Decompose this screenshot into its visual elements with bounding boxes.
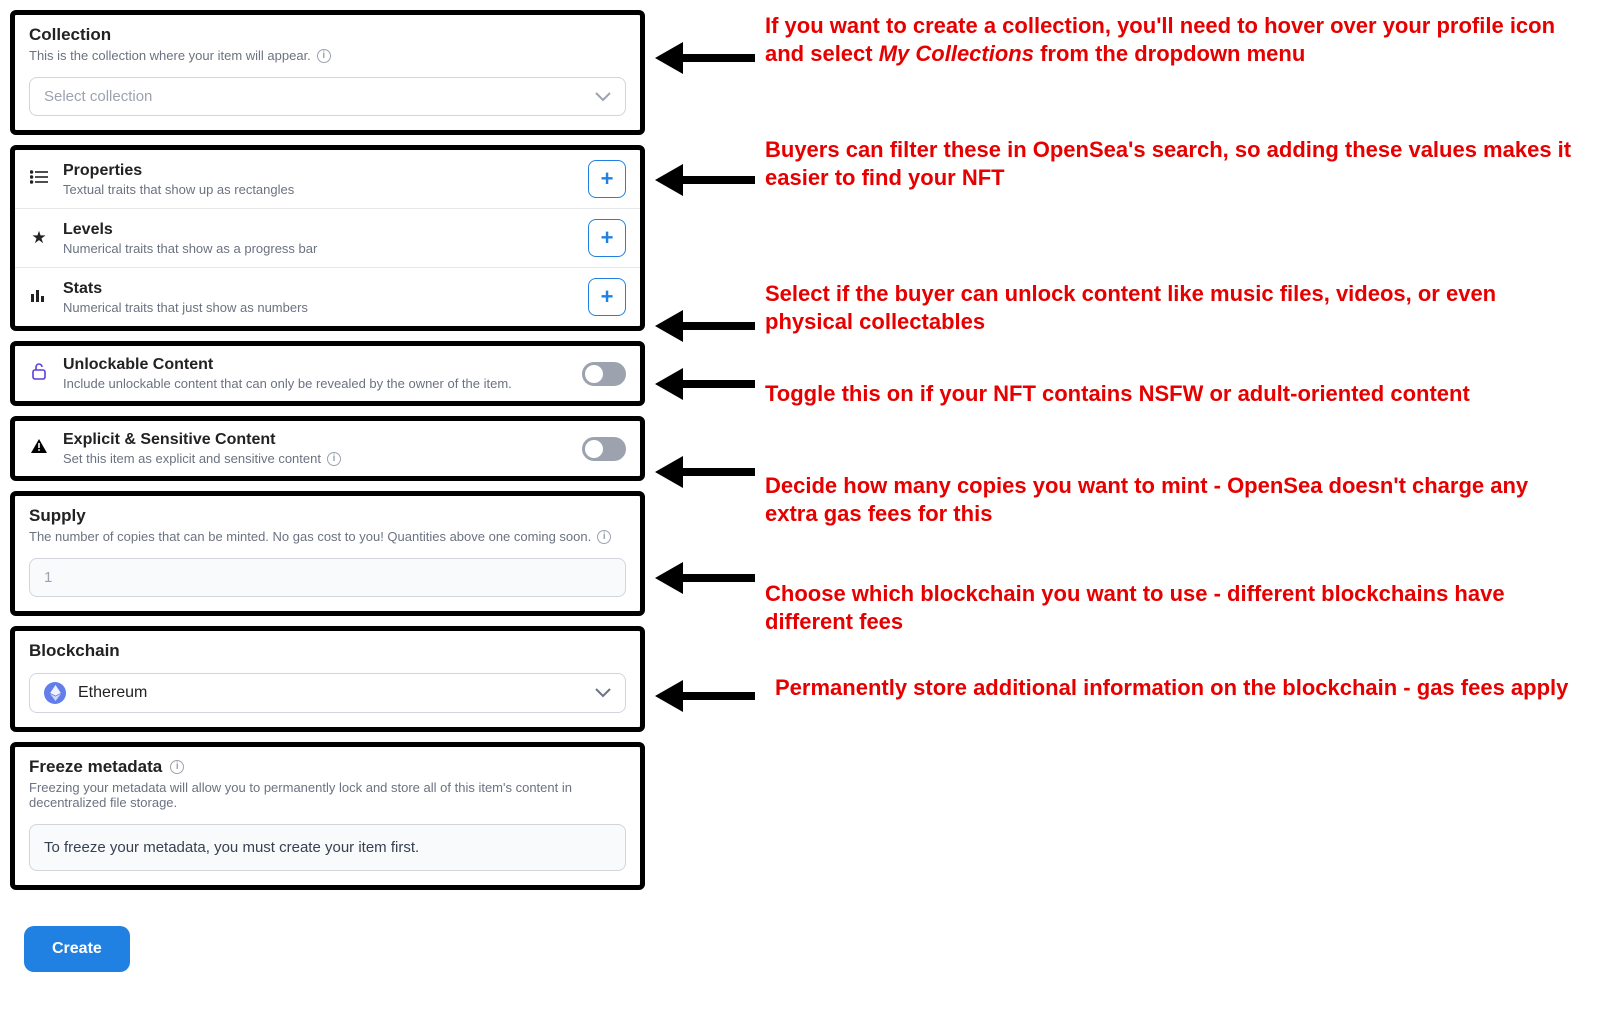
ethereum-icon	[44, 682, 66, 704]
info-icon[interactable]: i	[317, 49, 331, 63]
supply-title: Supply	[29, 506, 626, 526]
note-unlockable: Select if the buyer can unlock content l…	[765, 280, 1585, 380]
arrow-icon	[645, 526, 765, 626]
bars-icon	[29, 287, 49, 307]
note-traits: Buyers can filter these in OpenSea's sea…	[765, 122, 1585, 280]
trait-sub: Numerical traits that show as a progress…	[63, 241, 574, 256]
add-stats-button[interactable]: +	[588, 278, 626, 316]
explicit-toggle[interactable]	[582, 437, 626, 461]
collection-card: Collection This is the collection where …	[10, 10, 645, 135]
trait-stats: Stats Numerical traits that just show as…	[15, 267, 640, 326]
explicit-sub: Set this item as explicit and sensitive …	[63, 451, 321, 466]
info-icon[interactable]: i	[327, 452, 341, 466]
explicit-card: Explicit & Sensitive Content Set this it…	[10, 416, 645, 481]
warning-icon	[29, 438, 49, 459]
freeze-title: Freeze metadata	[29, 757, 162, 777]
blockchain-selected: Ethereum	[78, 684, 583, 702]
info-icon[interactable]: i	[597, 530, 611, 544]
freeze-message: To freeze your metadata, you must create…	[29, 824, 626, 871]
trait-title: Levels	[63, 221, 574, 239]
supply-card: Supply The number of copies that can be …	[10, 491, 645, 616]
freeze-sub: Freezing your metadata will allow you to…	[29, 780, 626, 810]
note-freeze: Permanently store additional information…	[765, 674, 1585, 754]
blockchain-card: Blockchain Ethereum	[10, 626, 645, 732]
info-icon[interactable]: i	[170, 760, 184, 774]
trait-sub: Numerical traits that just show as numbe…	[63, 300, 574, 315]
collection-select-placeholder: Select collection	[44, 88, 152, 105]
unlockable-card: Unlockable Content Include unlockable co…	[10, 341, 645, 406]
supply-sub: The number of copies that can be minted.…	[29, 529, 591, 544]
note-explicit: Toggle this on if your NFT contains NSFW…	[765, 380, 1585, 472]
blockchain-title: Blockchain	[29, 641, 626, 661]
note-blockchain: Choose which blockchain you want to use …	[765, 580, 1585, 674]
collection-title: Collection	[29, 25, 626, 45]
star-icon: ★	[29, 228, 49, 248]
chevron-down-icon	[595, 92, 611, 102]
blockchain-select[interactable]: Ethereum	[29, 673, 626, 713]
collection-subtitle: This is the collection where your item w…	[29, 48, 311, 63]
arrow-icon	[645, 358, 765, 418]
trait-title: Stats	[63, 280, 574, 298]
trait-sub: Textual traits that show up as rectangle…	[63, 182, 574, 197]
arrow-icon	[645, 418, 765, 526]
unlockable-toggle[interactable]	[582, 362, 626, 386]
chevron-down-icon	[595, 688, 611, 698]
arrow-icon	[645, 300, 765, 358]
note-supply: Decide how many copies you want to mint …	[765, 472, 1585, 580]
trait-title: Properties	[63, 162, 574, 180]
arrow-icon	[645, 626, 765, 746]
trait-properties: Properties Textual traits that show up a…	[15, 150, 640, 208]
add-levels-button[interactable]: +	[588, 219, 626, 257]
add-properties-button[interactable]: +	[588, 160, 626, 198]
unlockable-sub: Include unlockable content that can only…	[63, 376, 568, 391]
lock-icon	[29, 362, 49, 385]
traits-card: Properties Textual traits that show up a…	[10, 145, 645, 331]
arrow-icon	[645, 120, 765, 300]
trait-levels: ★ Levels Numerical traits that show as a…	[15, 208, 640, 267]
explicit-title: Explicit & Sensitive Content	[63, 431, 568, 449]
collection-select[interactable]: Select collection	[29, 77, 626, 116]
unlockable-title: Unlockable Content	[63, 356, 568, 374]
freeze-card: Freeze metadata i Freezing your metadata…	[10, 742, 645, 890]
supply-input[interactable]: 1	[29, 558, 626, 597]
list-icon	[29, 169, 49, 189]
create-button[interactable]: Create	[24, 926, 130, 972]
arrow-icon	[645, 10, 765, 120]
note-collection: If you want to create a collection, you'…	[765, 10, 1585, 122]
